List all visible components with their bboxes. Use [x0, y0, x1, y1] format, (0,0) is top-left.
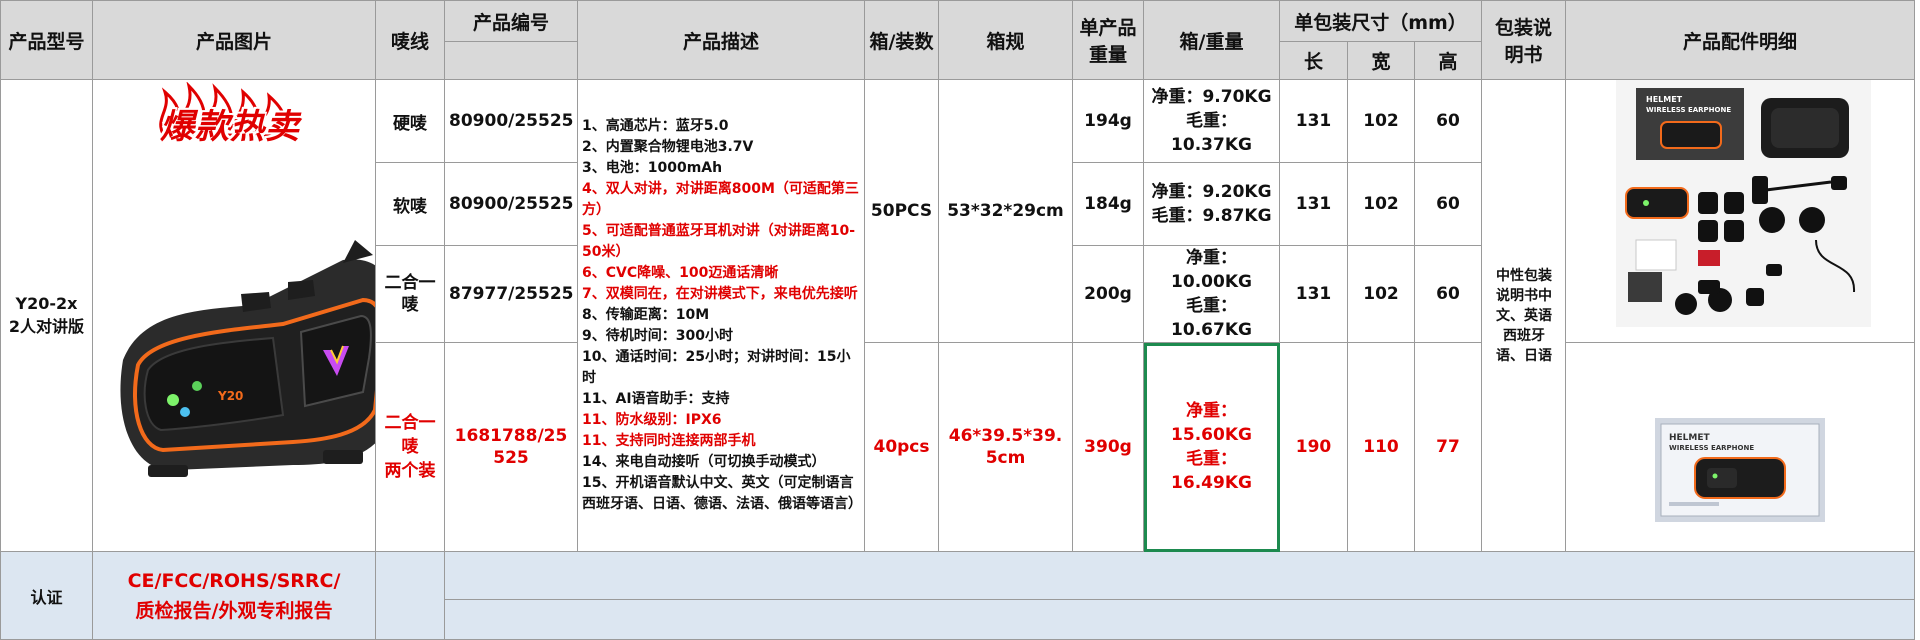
- thread-cell-1[interactable]: 硬唛: [375, 79, 445, 163]
- per-box-cell-4[interactable]: 40pcs: [864, 342, 939, 552]
- gross-weight-2: 毛重：9.87KG: [1151, 206, 1272, 226]
- product-table: 产品型号 产品图片 唛线 产品编号 产品描述 箱/装数 箱规 单产品重量 箱/重…: [0, 0, 1916, 640]
- gross-weight-3: 毛重：10.67KG: [1171, 296, 1252, 340]
- description-line: 7、双模同在，在对讲模式下，来电优先接听: [582, 286, 858, 302]
- header-code[interactable]: 产品编号: [444, 0, 578, 42]
- hei-cell-4[interactable]: 77: [1413, 342, 1483, 552]
- box-weight-cell-3[interactable]: 净重：10.00KG 毛重：10.67KG: [1143, 245, 1280, 343]
- code-cell-2[interactable]: 80900/25525: [444, 162, 578, 246]
- description-line: 11、防水级别：IPX6: [582, 412, 722, 428]
- description-line: 4、双人对讲，对讲距离800M（可适配第三方）: [582, 181, 859, 218]
- description-line: 6、CVC降噪、100迈通话清晰: [582, 265, 779, 281]
- accessories-photo: HELMET WIRELESS EARPHONE: [1616, 80, 1872, 327]
- product-image-cell[interactable]: 爆款热卖 Y20: [92, 79, 376, 552]
- header-wid[interactable]: 宽: [1347, 41, 1415, 80]
- hei-cell-1[interactable]: 60: [1413, 79, 1483, 163]
- header-accessories[interactable]: 产品配件明细: [1565, 0, 1916, 80]
- description-line: 1、高通芯片：蓝牙5.0: [582, 118, 729, 134]
- len-cell-1[interactable]: 131: [1279, 79, 1348, 163]
- header-image[interactable]: 产品图片: [92, 0, 376, 80]
- box-weight-cell-4[interactable]: 净重：15.60KG 毛重：16.49KG: [1143, 342, 1280, 552]
- cert-empty-thread[interactable]: [375, 551, 445, 640]
- header-model[interactable]: 产品型号: [0, 0, 93, 80]
- header-pkg-size[interactable]: 单包装尺寸（mm）: [1278, 0, 1483, 42]
- header-hei[interactable]: 高: [1413, 41, 1483, 80]
- gross-weight-1: 毛重：10.37KG: [1171, 111, 1252, 155]
- len-cell-3[interactable]: 131: [1279, 245, 1348, 343]
- description-line: 9、待机时间：300小时: [582, 328, 733, 344]
- header-manual[interactable]: 包装说明书: [1481, 0, 1567, 80]
- accessories-photo-cell-1[interactable]: HELMET WIRELESS EARPHONE: [1565, 79, 1916, 343]
- wid-cell-2[interactable]: 102: [1347, 162, 1415, 246]
- description-cell[interactable]: 1、高通芯片：蓝牙5.0 2、内置聚合物锂电池3.7V 3、电池：1000mAh 4、…: [577, 79, 865, 552]
- header-thread[interactable]: 唛线: [375, 0, 445, 80]
- hei-cell-3[interactable]: 60: [1413, 245, 1483, 343]
- spreadsheet: 产品型号 产品图片 唛线 产品编号 产品描述 箱/装数 箱规 单产品重量 箱/重…: [0, 0, 1920, 640]
- header-unit-weight[interactable]: 单产品重量: [1072, 0, 1144, 80]
- unit-weight-cell-1[interactable]: 194g: [1072, 79, 1144, 163]
- box-brand-line2: WIRELESS EARPHONE: [1646, 106, 1731, 114]
- wid-cell-3[interactable]: 102: [1347, 245, 1415, 343]
- unit-weight-cell-3[interactable]: 200g: [1072, 245, 1144, 343]
- unit-weight-cell-2[interactable]: 184g: [1072, 162, 1144, 246]
- per-box-cell[interactable]: 50PCS: [864, 79, 939, 343]
- description-line: 2、内置聚合物锂电池3.7V: [582, 139, 754, 155]
- model-cell[interactable]: Y20-2x 2人对讲版: [0, 79, 93, 552]
- len-cell-4[interactable]: 190: [1279, 342, 1348, 552]
- net-weight-4: 净重：15.60KG: [1171, 401, 1252, 445]
- description-line: 5、可适配普通蓝牙耳机对讲（对讲距离10-50米）: [582, 223, 856, 260]
- wid-cell-4[interactable]: 110: [1347, 342, 1415, 552]
- wid-cell-1[interactable]: 102: [1347, 79, 1415, 163]
- retail-box-photo: HELMET WIRELESS EARPHONE: [1655, 418, 1826, 522]
- box-weight-cell-2[interactable]: 净重：9.20KG 毛重：9.87KG: [1143, 162, 1280, 246]
- header-box-spec[interactable]: 箱规: [938, 0, 1073, 80]
- header-desc[interactable]: 产品描述: [577, 0, 865, 80]
- len-cell-2[interactable]: 131: [1279, 162, 1348, 246]
- box-brand-line1: HELMET: [1646, 95, 1683, 104]
- gross-weight-4: 毛重：16.49KG: [1171, 449, 1252, 493]
- description-line: 3、电池：1000mAh: [582, 160, 723, 176]
- header-per-box[interactable]: 箱/装数: [864, 0, 939, 80]
- cert-empty-row-2[interactable]: [443, 599, 1916, 640]
- description-line: 14、来电自动接听（可切换手动模式）: [582, 454, 826, 470]
- description-line: 10、通话时间：25小时；对讲时间：15小时: [582, 349, 851, 386]
- cert-text[interactable]: CE/FCC/ROHS/SRRC/ 质检报告/外观专利报告: [92, 551, 376, 640]
- net-weight-2: 净重：9.20KG: [1151, 182, 1272, 202]
- net-weight-1: 净重：9.70KG: [1151, 87, 1272, 107]
- hei-cell-2[interactable]: 60: [1413, 162, 1483, 246]
- thread-cell-3[interactable]: 二合一唛: [375, 245, 445, 343]
- description-line: 11、支持同时连接两部手机: [582, 433, 756, 449]
- accessories-photo-cell-2[interactable]: HELMET WIRELESS EARPHONE: [1565, 342, 1916, 552]
- net-weight-3: 净重：10.00KG: [1171, 248, 1252, 292]
- retail-box-brand2: WIRELESS EARPHONE: [1669, 444, 1754, 452]
- cert-label[interactable]: 认证: [0, 551, 93, 640]
- description-line: 11、AI语音助手：支持: [582, 391, 730, 407]
- retail-box-brand1: HELMET: [1669, 433, 1711, 443]
- header-box-weight[interactable]: 箱/重量: [1143, 0, 1280, 80]
- manual-text: 中性包装说明书中文、英语西班牙语、日语: [1496, 267, 1553, 364]
- header-len[interactable]: 长: [1279, 41, 1348, 80]
- intercom-device-image: Y20: [120, 240, 375, 477]
- code-cell-3[interactable]: 87977/25525: [444, 245, 578, 343]
- cert-empty-row-1[interactable]: [443, 551, 1916, 600]
- cert-text-value: CE/FCC/ROHS/SRRC/ 质检报告/外观专利报告: [127, 569, 341, 622]
- header-code-sub[interactable]: [444, 41, 578, 80]
- description-line: 8、传输距离：10M: [582, 307, 710, 323]
- description-line: 15、开机语音默认中文、英文（可定制语言西班牙语、日语、德语、法语、俄语等语言）: [582, 475, 862, 512]
- unit-weight-cell-4[interactable]: 390g: [1072, 342, 1144, 552]
- device-logo-text: Y20: [217, 389, 243, 403]
- thread-cell-4[interactable]: 二合一唛 两个装: [375, 342, 445, 552]
- thread-cell-2[interactable]: 软唛: [375, 162, 445, 246]
- box-spec-cell-4[interactable]: 46*39.5*39.5cm: [938, 342, 1073, 552]
- box-spec-cell[interactable]: 53*32*29cm: [938, 79, 1073, 343]
- code-cell-4[interactable]: 1681788/25525: [444, 342, 578, 552]
- manual-cell[interactable]: 中性包装说明书中文、英语西班牙语、日语: [1481, 79, 1567, 552]
- box-weight-cell-1[interactable]: 净重：9.70KG 毛重：10.37KG: [1143, 79, 1280, 163]
- code-cell-1[interactable]: 80900/25525: [444, 79, 578, 163]
